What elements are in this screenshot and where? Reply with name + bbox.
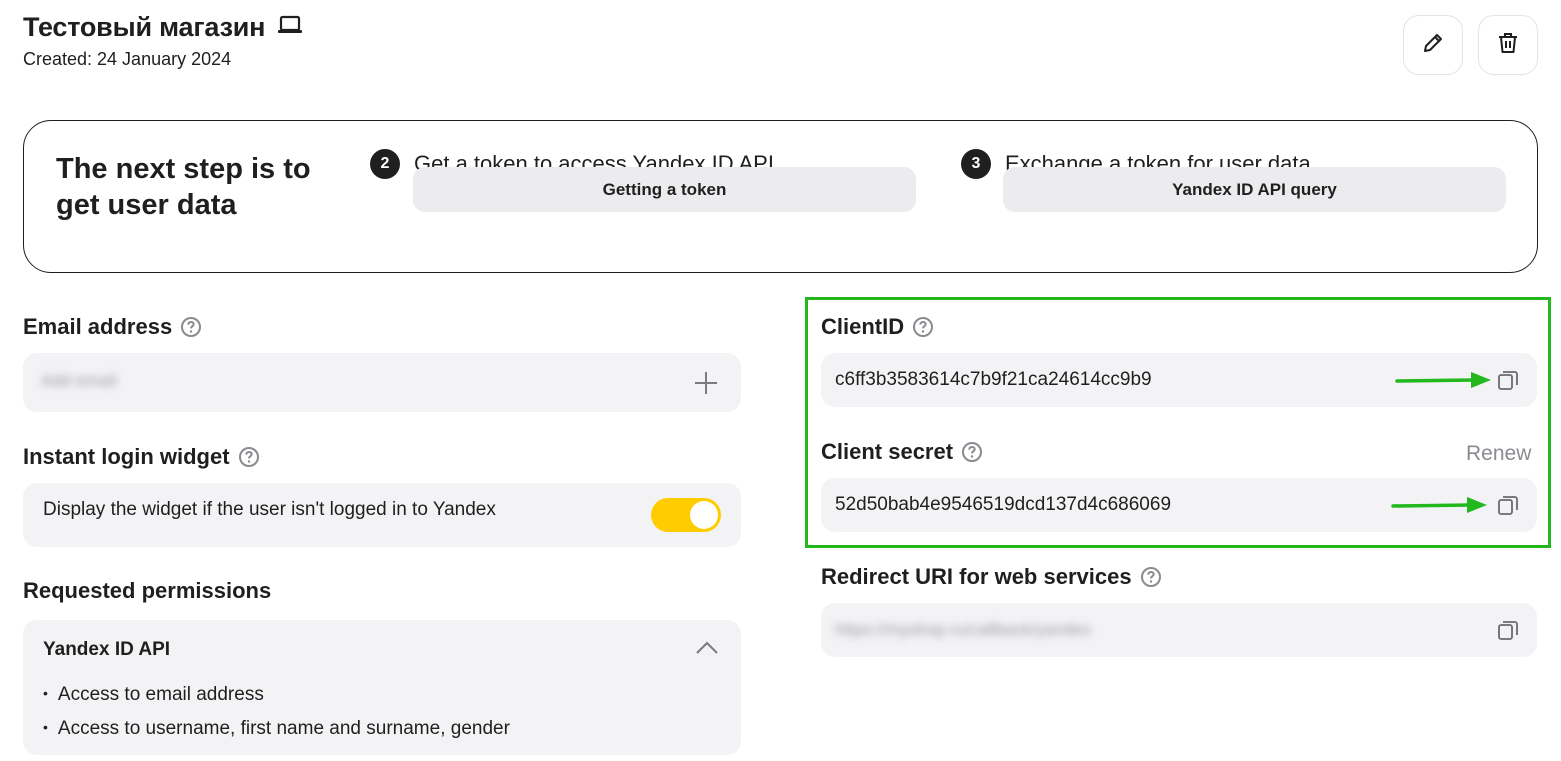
client-id-label-text: ClientID xyxy=(821,314,905,339)
page-header: Тестовый магазин Created: 24 January 202… xyxy=(23,12,303,70)
widget-label-text: Instant login widget xyxy=(23,444,230,469)
copy-icon[interactable] xyxy=(1496,368,1520,397)
trash-icon xyxy=(1495,30,1521,61)
redirect-label-text: Redirect URI for web services xyxy=(821,564,1132,589)
chevron-up-icon[interactable] xyxy=(695,640,719,661)
client-id-label: ClientID xyxy=(821,314,934,340)
email-field[interactable]: Add email xyxy=(23,353,741,412)
client-id-field[interactable]: c6ff3b3583614c7b9f21ca24614cc9b9 xyxy=(821,353,1537,407)
permission-item: Access to username, first name and surna… xyxy=(43,712,510,746)
client-secret-value: 52d50bab4e9546519dcd137d4c686069 xyxy=(835,494,1172,515)
help-icon[interactable] xyxy=(238,446,260,468)
permissions-list: Access to email address Access to userna… xyxy=(43,678,510,746)
redirect-field[interactable]: https://myshop.ru/callback/yandex xyxy=(821,603,1537,657)
permissions-label-text: Requested permissions xyxy=(23,578,272,603)
next-steps-panel: The next step is to get user data 2 Get … xyxy=(23,120,1538,273)
widget-field: Display the widget if the user isn't log… xyxy=(23,483,741,547)
laptop-icon xyxy=(277,14,303,41)
edit-button[interactable] xyxy=(1403,15,1463,75)
help-icon[interactable] xyxy=(912,316,934,338)
email-placeholder: Add email xyxy=(41,371,117,390)
help-icon[interactable] xyxy=(961,441,983,463)
copy-icon[interactable] xyxy=(1496,493,1520,522)
renew-link[interactable]: Renew xyxy=(1466,442,1531,466)
permission-item: Access to email address xyxy=(43,678,510,712)
widget-description: Display the widget if the user isn't log… xyxy=(43,499,496,520)
email-label-text: Email address xyxy=(23,314,173,339)
help-icon[interactable] xyxy=(1140,566,1162,588)
delete-button[interactable] xyxy=(1478,15,1538,75)
getting-token-button[interactable]: Getting a token xyxy=(413,167,916,212)
permissions-label: Requested permissions xyxy=(23,578,271,604)
permissions-panel: Yandex ID API Access to email address Ac… xyxy=(23,620,741,755)
next-steps-heading: The next step is to get user data xyxy=(56,153,311,221)
step-number: 3 xyxy=(961,149,991,179)
client-id-value: c6ff3b3583614c7b9f21ca24614cc9b9 xyxy=(835,369,1152,390)
pencil-icon xyxy=(1420,30,1446,61)
copy-icon[interactable] xyxy=(1496,618,1520,647)
permissions-group-title: Yandex ID API xyxy=(43,639,171,660)
toggle-knob xyxy=(690,501,718,529)
widget-label: Instant login widget xyxy=(23,444,260,470)
redirect-value: https://myshop.ru/callback/yandex xyxy=(835,620,1092,639)
created-date: Created: 24 January 2024 xyxy=(23,49,232,69)
email-label: Email address xyxy=(23,314,202,340)
api-query-button[interactable]: Yandex ID API query xyxy=(1003,167,1506,212)
client-secret-label-text: Client secret xyxy=(821,439,954,464)
widget-toggle[interactable] xyxy=(651,498,721,532)
step-number: 2 xyxy=(370,149,400,179)
client-secret-label: Client secret xyxy=(821,439,983,465)
arrow-icon xyxy=(1391,496,1489,521)
client-secret-field[interactable]: 52d50bab4e9546519dcd137d4c686069 xyxy=(821,478,1537,532)
help-icon[interactable] xyxy=(180,316,202,338)
arrow-icon xyxy=(1395,370,1493,395)
page-title: Тестовый магазин xyxy=(23,12,266,42)
plus-icon[interactable] xyxy=(693,370,719,401)
redirect-label: Redirect URI for web services xyxy=(821,564,1162,590)
